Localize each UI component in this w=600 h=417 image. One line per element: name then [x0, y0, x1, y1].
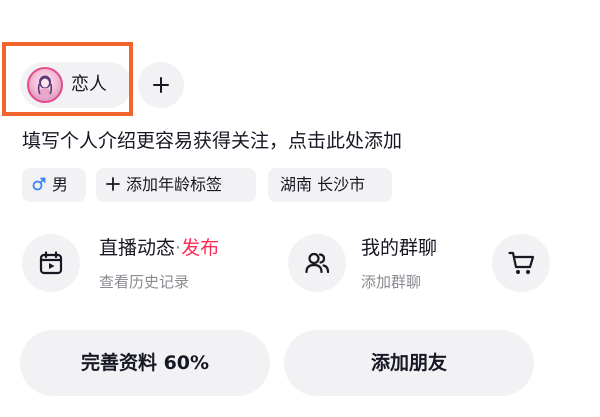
live-dynamics-button[interactable]	[22, 234, 80, 292]
calendar-play-icon	[39, 251, 63, 275]
gender-tag[interactable]: 男	[22, 168, 86, 202]
male-icon	[32, 177, 46, 190]
plus-icon	[106, 176, 120, 191]
add-friends-button[interactable]: 添加朋友	[284, 330, 534, 396]
add-group-chat-link[interactable]: 添加群聊	[361, 272, 421, 292]
shopping-cart-button[interactable]	[492, 234, 550, 292]
view-history-link[interactable]: 查看历史记录	[99, 272, 189, 292]
plus-icon	[153, 77, 169, 93]
bio-placeholder[interactable]: 填写个人介绍更容易获得关注，点击此处添加	[22, 128, 402, 154]
shopping-cart-icon	[508, 251, 535, 274]
group-users-icon	[305, 252, 330, 274]
profile-section: 恋人 填写个人介绍更容易获得关注，点击此处添加 男 添加年龄标签 湖南 长沙市 …	[0, 0, 600, 417]
live-title-text: 直播动态	[99, 237, 176, 259]
highlight-annotation-box	[2, 42, 133, 116]
location-tag[interactable]: 湖南 长沙市	[268, 168, 392, 202]
age-tag-label: 添加年龄标签	[126, 175, 223, 194]
live-dynamics-title[interactable]: 直播动态·发布	[99, 235, 219, 261]
publish-link[interactable]: 发布	[181, 237, 219, 259]
gender-label: 男	[52, 175, 69, 194]
add-relation-button[interactable]	[138, 62, 184, 108]
complete-profile-button[interactable]: 完善资料 60%	[20, 330, 270, 396]
group-chat-button[interactable]	[288, 234, 346, 292]
add-age-tag-button[interactable]: 添加年龄标签	[96, 168, 256, 202]
group-chat-title[interactable]: 我的群聊	[361, 235, 437, 261]
location-label: 湖南 长沙市	[280, 175, 366, 194]
